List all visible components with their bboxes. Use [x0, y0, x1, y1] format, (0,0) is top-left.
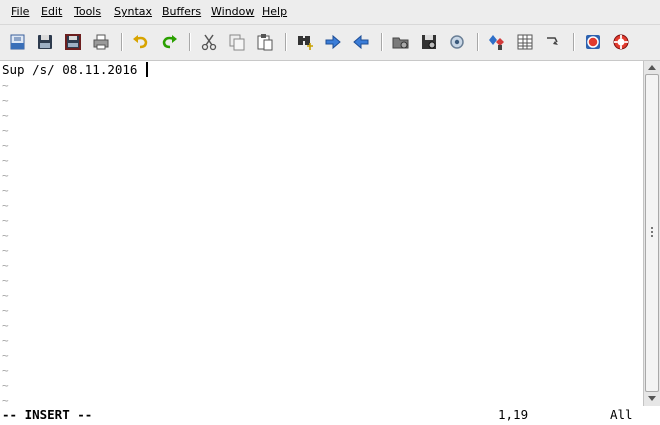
- scrollbar-grip: [651, 235, 653, 237]
- find-help-button[interactable]: [609, 30, 633, 54]
- empty-line-tilde: ~: [2, 139, 9, 152]
- empty-line-tilde: ~: [2, 184, 9, 197]
- toolbar-separator: [573, 33, 575, 51]
- menu-window[interactable]: Window: [211, 5, 254, 19]
- editor-text-area[interactable]: Sup /s/ 08.11.2016 ~ ~ ~ ~ ~ ~ ~ ~ ~ ~ ~ ~ ~ ~ ~ ~ ~ ~ ~ ~ ~…: [0, 61, 643, 405]
- make-icon: [489, 35, 504, 50]
- cut-icon: [201, 34, 217, 51]
- copy-icon: [229, 34, 245, 51]
- save-icon: [38, 35, 52, 49]
- menu-buffers[interactable]: Buffers: [162, 5, 201, 19]
- empty-line-tilde: ~: [2, 214, 9, 227]
- empty-line-tilde: ~: [2, 109, 9, 122]
- empty-line-tilde: ~: [2, 244, 9, 257]
- empty-line-tilde: ~: [2, 79, 9, 92]
- empty-line-tilde: ~: [2, 169, 9, 182]
- open-file-icon: [10, 34, 25, 50]
- scrollbar-grip: [651, 231, 653, 233]
- empty-line-tilde: ~: [2, 364, 9, 377]
- toolbar-separator: [477, 33, 479, 51]
- paste-icon: [257, 34, 273, 51]
- shell-button[interactable]: [513, 30, 537, 54]
- find-replace-icon: [298, 36, 313, 50]
- menu-buffers-label: Buffers: [162, 5, 202, 18]
- menu-file[interactable]: File: [11, 5, 29, 19]
- empty-line-tilde: ~: [2, 334, 9, 347]
- toolbar-separator: [285, 33, 287, 51]
- toolbar-separator: [381, 33, 383, 51]
- empty-line-tilde: ~: [2, 349, 9, 362]
- menu-edit[interactable]: Edit: [41, 5, 62, 19]
- empty-line-tilde: ~: [2, 124, 9, 137]
- status-line: -- INSERT -- 1,19 All: [0, 406, 660, 425]
- run-script-icon: [450, 35, 464, 49]
- save-session-icon: [422, 35, 436, 49]
- undo-icon: [133, 35, 148, 49]
- menu-edit-label: Edit: [41, 5, 63, 18]
- shell-icon: [517, 34, 533, 50]
- open-file-button[interactable]: [6, 30, 30, 54]
- menu-tools[interactable]: Tools: [74, 5, 101, 19]
- cut-button[interactable]: [197, 30, 221, 54]
- vertical-scrollbar[interactable]: [643, 61, 660, 406]
- toolbar-separator: [121, 33, 123, 51]
- menu-tools-label: Tools: [74, 5, 102, 18]
- undo-button[interactable]: [129, 30, 153, 54]
- menu-help-label: Help: [262, 5, 288, 18]
- menu-file-label: File: [11, 5, 30, 18]
- cursor-position: 1,19: [498, 407, 529, 422]
- menu-syntax-label: Syntax: [114, 5, 153, 18]
- toolbar-separator: [189, 33, 191, 51]
- empty-line-tilde: ~: [2, 319, 9, 332]
- empty-line-tilde: ~: [2, 259, 9, 272]
- empty-line-tilde: ~: [2, 379, 9, 392]
- empty-line-tilde: ~: [2, 154, 9, 167]
- menu-syntax[interactable]: Syntax: [114, 5, 152, 19]
- save-all-button[interactable]: [61, 30, 85, 54]
- find-previous-button[interactable]: [349, 30, 373, 54]
- text-cursor: [146, 62, 148, 77]
- menu-help[interactable]: Help: [262, 5, 287, 19]
- empty-line-tilde: ~: [2, 274, 9, 287]
- redo-button[interactable]: [157, 30, 181, 54]
- load-session-icon: [392, 37, 409, 49]
- save-button[interactable]: [33, 30, 57, 54]
- scrollbar-grip: [651, 227, 653, 229]
- paste-button[interactable]: [253, 30, 277, 54]
- empty-line-tilde: ~: [2, 289, 9, 302]
- jump-to-tag-button[interactable]: [541, 30, 565, 54]
- scrollbar-thumb[interactable]: [645, 74, 659, 392]
- print-icon: [93, 34, 109, 50]
- scroll-down-arrow-icon[interactable]: [645, 393, 659, 405]
- redo-icon: [162, 35, 177, 49]
- jump-to-tag-icon: [547, 37, 558, 45]
- load-session-button[interactable]: [389, 30, 413, 54]
- editor-line: Sup /s/ 08.11.2016: [2, 62, 138, 77]
- run-script-button[interactable]: [445, 30, 469, 54]
- find-next-icon: [325, 34, 341, 50]
- empty-line-tilde: ~: [2, 304, 9, 317]
- empty-line-tilde: ~: [2, 394, 9, 405]
- menu-window-label: Window: [211, 5, 255, 18]
- menu-bar: File Edit Tools Syntax Buffers Window He…: [0, 0, 660, 25]
- scroll-up-arrow-icon[interactable]: [645, 61, 659, 73]
- empty-line-tilde: ~: [2, 199, 9, 212]
- empty-line-tilde: ~: [2, 94, 9, 107]
- scroll-position: All: [610, 407, 633, 422]
- empty-line-tilde: ~: [2, 229, 9, 242]
- copy-button[interactable]: [225, 30, 249, 54]
- find-previous-icon: [353, 34, 369, 50]
- find-replace-button[interactable]: [293, 30, 317, 54]
- save-all-icon: [65, 34, 81, 50]
- find-help-icon: [613, 34, 629, 50]
- make-button[interactable]: [485, 30, 509, 54]
- save-session-button[interactable]: [417, 30, 441, 54]
- find-next-button[interactable]: [321, 30, 345, 54]
- mode-indicator: -- INSERT --: [2, 407, 93, 422]
- print-button[interactable]: [89, 30, 113, 54]
- toolbar: [0, 25, 660, 61]
- help-button[interactable]: [581, 30, 605, 54]
- help-icon: [586, 35, 600, 49]
